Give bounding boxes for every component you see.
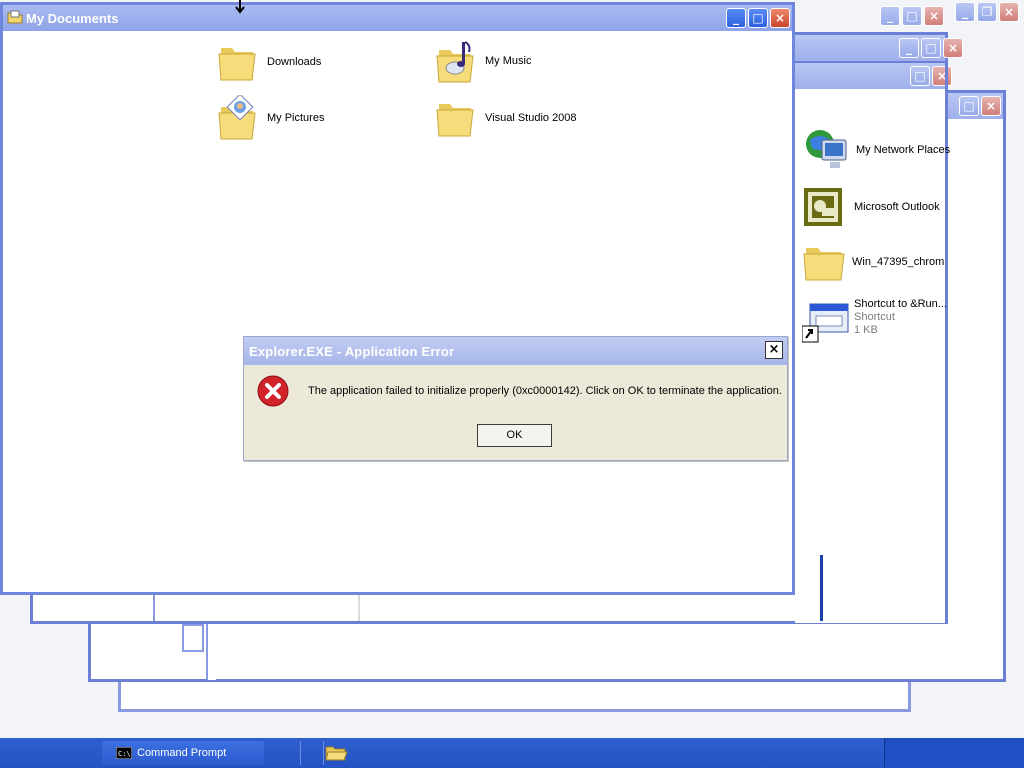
- folder-open-icon[interactable]: [324, 744, 348, 762]
- item-label: My Music: [485, 55, 532, 67]
- outlook-icon: [804, 188, 842, 226]
- taskbar-separator: [300, 741, 324, 765]
- taskbar-item-command-prompt[interactable]: C:\ Command Prompt: [102, 741, 264, 765]
- side-item-label: Shortcut to &Run...: [854, 298, 947, 310]
- minimize-button[interactable]: _: [880, 6, 900, 26]
- side-item-network-places[interactable]: My Network Places: [802, 126, 950, 174]
- shortcut-icon: [802, 303, 849, 343]
- folder-my-pictures[interactable]: My Pictures: [217, 95, 324, 141]
- minimize-button[interactable]: _: [955, 2, 975, 22]
- maximize-button[interactable]: □: [902, 6, 922, 26]
- my-documents-icon: [7, 10, 23, 24]
- close-button[interactable]: ×: [770, 8, 790, 28]
- maximize-button[interactable]: □: [959, 96, 979, 116]
- side-item-label: Microsoft Outlook: [854, 201, 940, 213]
- title-bar[interactable]: My Documents _ □ ×: [3, 5, 792, 31]
- maximize-button[interactable]: □: [921, 38, 941, 58]
- window-title: My Documents: [26, 11, 119, 26]
- bg-pane-3: [182, 624, 204, 652]
- my-documents-window[interactable]: My Documents _ □ × Downloads My Music My…: [0, 2, 795, 595]
- ok-button[interactable]: OK: [477, 424, 552, 447]
- close-button[interactable]: ×: [924, 6, 944, 26]
- dialog-title: Explorer.EXE - Application Error: [249, 344, 455, 359]
- pictures-folder-icon: [218, 95, 256, 140]
- application-error-dialog[interactable]: Explorer.EXE - Application Error × The a…: [243, 336, 788, 461]
- side-item-label: My Network Places: [856, 144, 951, 156]
- bg-pane-2: [156, 595, 360, 621]
- taskbar-item-label: Command Prompt: [137, 747, 227, 759]
- folder-downloads[interactable]: Downloads: [217, 42, 321, 82]
- minimize-button[interactable]: _: [726, 8, 746, 28]
- dialog-close-button[interactable]: ×: [765, 341, 783, 359]
- minimize-button[interactable]: _: [899, 38, 919, 58]
- item-label: Downloads: [267, 56, 322, 68]
- side-item-shortcut[interactable]: Shortcut to &Run... Shortcut 1 KB: [802, 298, 947, 344]
- taskbar: C:\ Command Prompt: [0, 738, 1024, 768]
- close-button[interactable]: ×: [981, 96, 1001, 116]
- dialog-title-bar[interactable]: Explorer.EXE - Application Error ×: [244, 337, 787, 365]
- command-prompt-icon: C:\: [116, 747, 132, 759]
- notification-area: [884, 738, 1024, 768]
- item-label: My Pictures: [267, 112, 325, 124]
- music-folder-icon: [436, 41, 474, 83]
- bg-pane-4: [206, 624, 216, 680]
- error-message: The application failed to initialize pro…: [308, 385, 782, 397]
- side-item-size: 1 KB: [854, 324, 878, 336]
- close-button[interactable]: ×: [999, 2, 1019, 22]
- maximize-button[interactable]: □: [748, 8, 768, 28]
- side-item-win-folder[interactable]: Win_47395_chrom: [802, 242, 944, 282]
- folder-my-music[interactable]: My Music: [435, 38, 531, 84]
- folder-icon: [436, 104, 474, 137]
- side-item-type: Shortcut: [854, 311, 895, 323]
- bg-pane-1: [33, 595, 155, 621]
- network-places-icon: [806, 130, 847, 168]
- close-button[interactable]: ×: [943, 38, 963, 58]
- svg-text:C:\: C:\: [118, 750, 131, 758]
- side-window-divider: [820, 555, 823, 621]
- folder-visual-studio[interactable]: Visual Studio 2008: [435, 98, 577, 138]
- folder-icon: [218, 48, 256, 81]
- background-window-0-controls: _ ❐ ×: [955, 2, 1019, 22]
- item-label: Visual Studio 2008: [485, 112, 577, 124]
- restore-button[interactable]: ❐: [977, 2, 997, 22]
- cursor-icon: [235, 0, 245, 14]
- error-icon: [257, 375, 289, 407]
- side-item-outlook[interactable]: Microsoft Outlook: [802, 186, 940, 228]
- folder-icon: [803, 248, 845, 281]
- side-item-label: Win_47395_chrom: [852, 256, 945, 268]
